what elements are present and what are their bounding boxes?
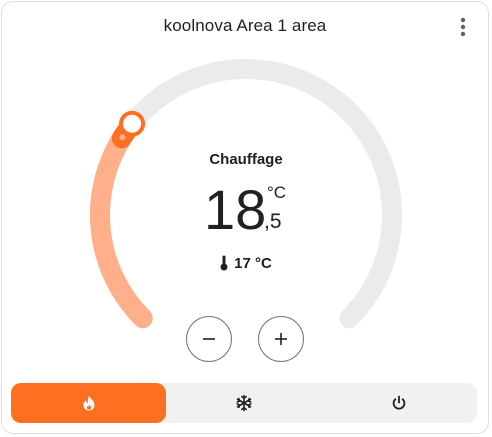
flame-icon: [83, 395, 95, 411]
mode-off-button[interactable]: [322, 383, 477, 423]
current-temperature: 17 °C: [0, 255, 492, 272]
hvac-mode-selector: [11, 383, 477, 423]
minus-icon: [203, 338, 215, 340]
target-temperature-unit: °C: [267, 183, 287, 202]
target-temperature-integer: 18: [204, 178, 267, 241]
power-icon: [393, 395, 406, 410]
setpoint-handle[interactable]: [111, 110, 146, 149]
thermometer-icon: [220, 255, 228, 271]
hvac-mode-label: Chauffage: [209, 151, 283, 168]
mode-cool-button[interactable]: [166, 383, 321, 423]
plus-icon: [275, 333, 287, 345]
mode-heat-button[interactable]: [11, 383, 167, 423]
decrease-temperature-button[interactable]: [186, 316, 232, 362]
target-temperature-decimal: ,5: [264, 210, 282, 233]
snowflake-icon: [236, 394, 252, 412]
current-temperature-value: 17 °C: [234, 255, 272, 272]
increase-temperature-button[interactable]: [258, 316, 304, 362]
